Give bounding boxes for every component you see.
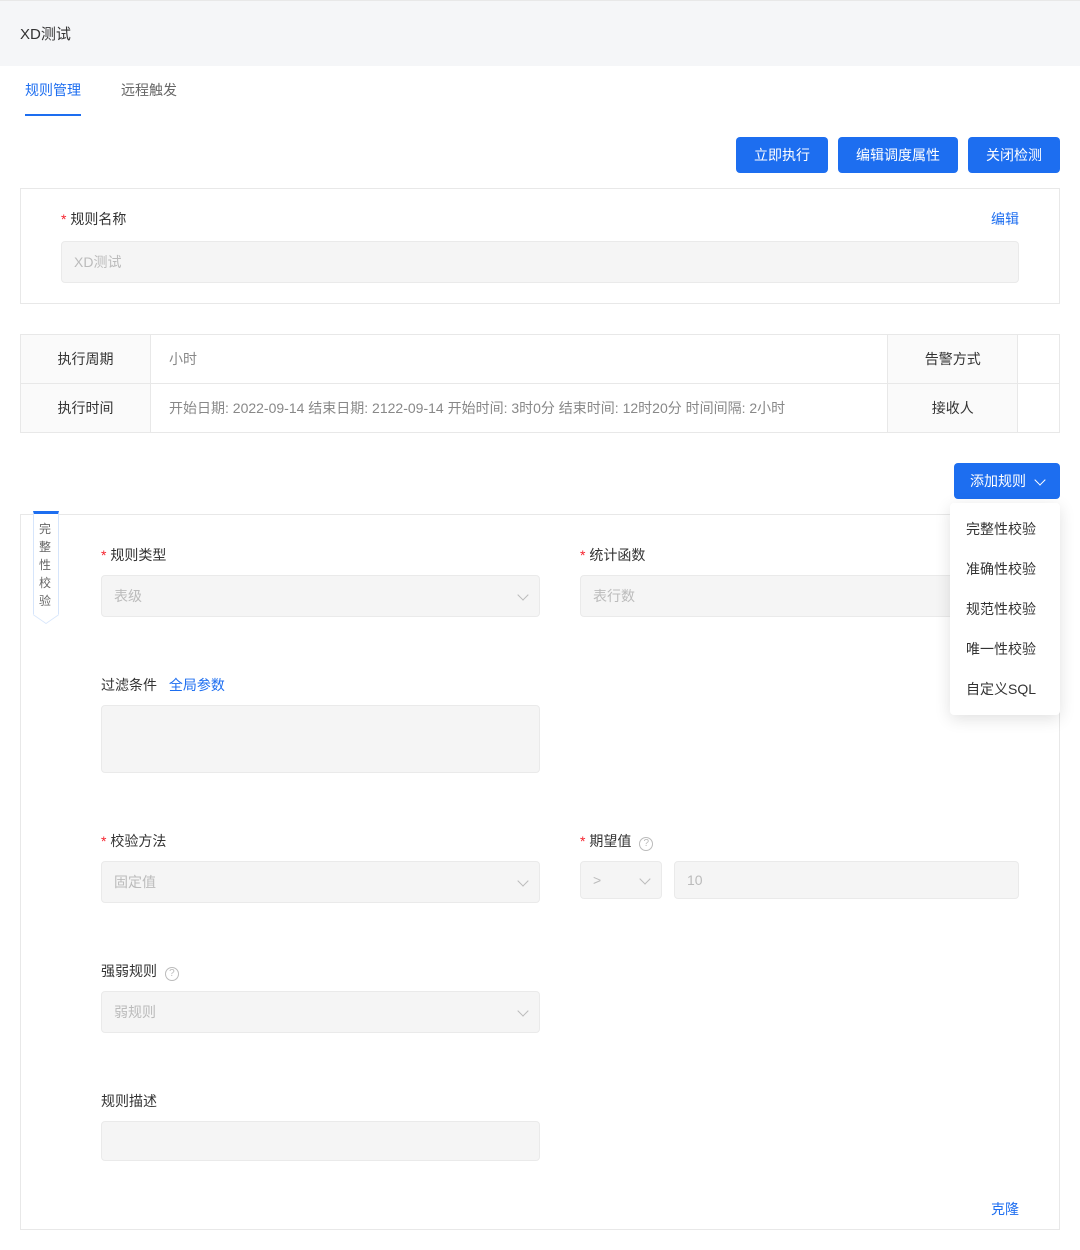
tab-rule-management[interactable]: 规则管理 xyxy=(25,66,81,116)
chevron-down-icon xyxy=(517,1005,528,1016)
receiver-value xyxy=(1018,384,1060,433)
expected-label: 期望值 ? xyxy=(580,831,1019,851)
receiver-label: 接收人 xyxy=(888,384,1018,433)
add-rule-label: 添加规则 xyxy=(970,471,1026,491)
global-params-link[interactable]: 全局参数 xyxy=(169,677,225,693)
exec-time-value: 开始日期: 2022-09-14 结束日期: 2122-09-14 开始时间: … xyxy=(151,384,888,433)
stat-func-value: 表行数 xyxy=(593,586,635,606)
edit-schedule-button[interactable]: 编辑调度属性 xyxy=(838,137,958,173)
rule-type-value: 表级 xyxy=(114,586,142,606)
rule-name-panel: 规则名称 编辑 XD测试 xyxy=(20,188,1060,304)
exec-period-label: 执行周期 xyxy=(21,335,151,384)
strength-label: 强弱规则 ? xyxy=(101,961,540,981)
exec-time-label: 执行时间 xyxy=(21,384,151,433)
expected-value-text: 10 xyxy=(687,872,703,888)
dropdown-item-uniqueness[interactable]: 唯一性校验 xyxy=(950,629,1060,669)
ribbon-text: 完整性校验 xyxy=(34,520,58,610)
alarm-method-value xyxy=(1018,335,1060,384)
dropdown-item-integrity[interactable]: 完整性校验 xyxy=(950,509,1060,549)
dropdown-item-accuracy[interactable]: 准确性校验 xyxy=(950,549,1060,589)
add-rule-dropdown: 完整性校验 准确性校验 规范性校验 唯一性校验 自定义SQL xyxy=(950,503,1060,715)
chevron-down-icon xyxy=(517,875,528,886)
rule-card: 完整性校验 规则类型 表级 统计函数 表行数 xyxy=(20,514,1060,1230)
execute-now-button[interactable]: 立即执行 xyxy=(736,137,828,173)
chevron-down-icon xyxy=(639,873,650,884)
expected-value-input[interactable]: 10 xyxy=(674,861,1019,899)
tab-remote-trigger[interactable]: 远程触发 xyxy=(121,66,177,116)
exec-period-value: 小时 xyxy=(151,335,888,384)
chevron-down-icon xyxy=(517,589,528,600)
dropdown-item-custom-sql[interactable]: 自定义SQL xyxy=(950,669,1060,709)
rule-type-select[interactable]: 表级 xyxy=(101,575,540,617)
chevron-down-icon xyxy=(1034,474,1045,485)
filter-textarea[interactable] xyxy=(101,705,540,773)
strength-label-text: 强弱规则 xyxy=(101,963,157,979)
expected-operator-value: > xyxy=(593,872,601,888)
rule-type-label: 规则类型 xyxy=(101,545,540,565)
add-rule-button[interactable]: 添加规则 xyxy=(954,463,1060,499)
close-detection-button[interactable]: 关闭检测 xyxy=(968,137,1060,173)
help-icon[interactable]: ? xyxy=(165,967,179,981)
integrity-ribbon: 完整性校验 xyxy=(33,511,59,615)
rule-name-input: XD测试 xyxy=(61,241,1019,283)
strength-value: 弱规则 xyxy=(114,1002,156,1022)
strength-select[interactable]: 弱规则 xyxy=(101,991,540,1033)
check-method-label: 校验方法 xyxy=(101,831,540,851)
desc-label: 规则描述 xyxy=(101,1091,540,1111)
check-method-value: 固定值 xyxy=(114,872,156,892)
expected-operator-select[interactable]: > xyxy=(580,861,662,899)
dropdown-item-normative[interactable]: 规范性校验 xyxy=(950,589,1060,629)
clone-link[interactable]: 克隆 xyxy=(991,1199,1019,1219)
filter-label: 过滤条件 全局参数 xyxy=(101,675,540,695)
help-icon[interactable]: ? xyxy=(639,837,653,851)
rule-name-label: 规则名称 xyxy=(61,209,126,229)
desc-input[interactable] xyxy=(101,1121,540,1161)
alarm-method-label: 告警方式 xyxy=(888,335,1018,384)
page-title: XD测试 xyxy=(20,23,1060,44)
edit-rule-name-link[interactable]: 编辑 xyxy=(991,209,1019,229)
filter-label-text: 过滤条件 xyxy=(101,677,157,693)
expected-label-text: 期望值 xyxy=(589,833,631,849)
schedule-info-table: 执行周期 小时 告警方式 执行时间 开始日期: 2022-09-14 结束日期:… xyxy=(20,334,1060,433)
check-method-select[interactable]: 固定值 xyxy=(101,861,540,903)
tabs-bar: 规则管理 远程触发 xyxy=(0,66,1080,117)
